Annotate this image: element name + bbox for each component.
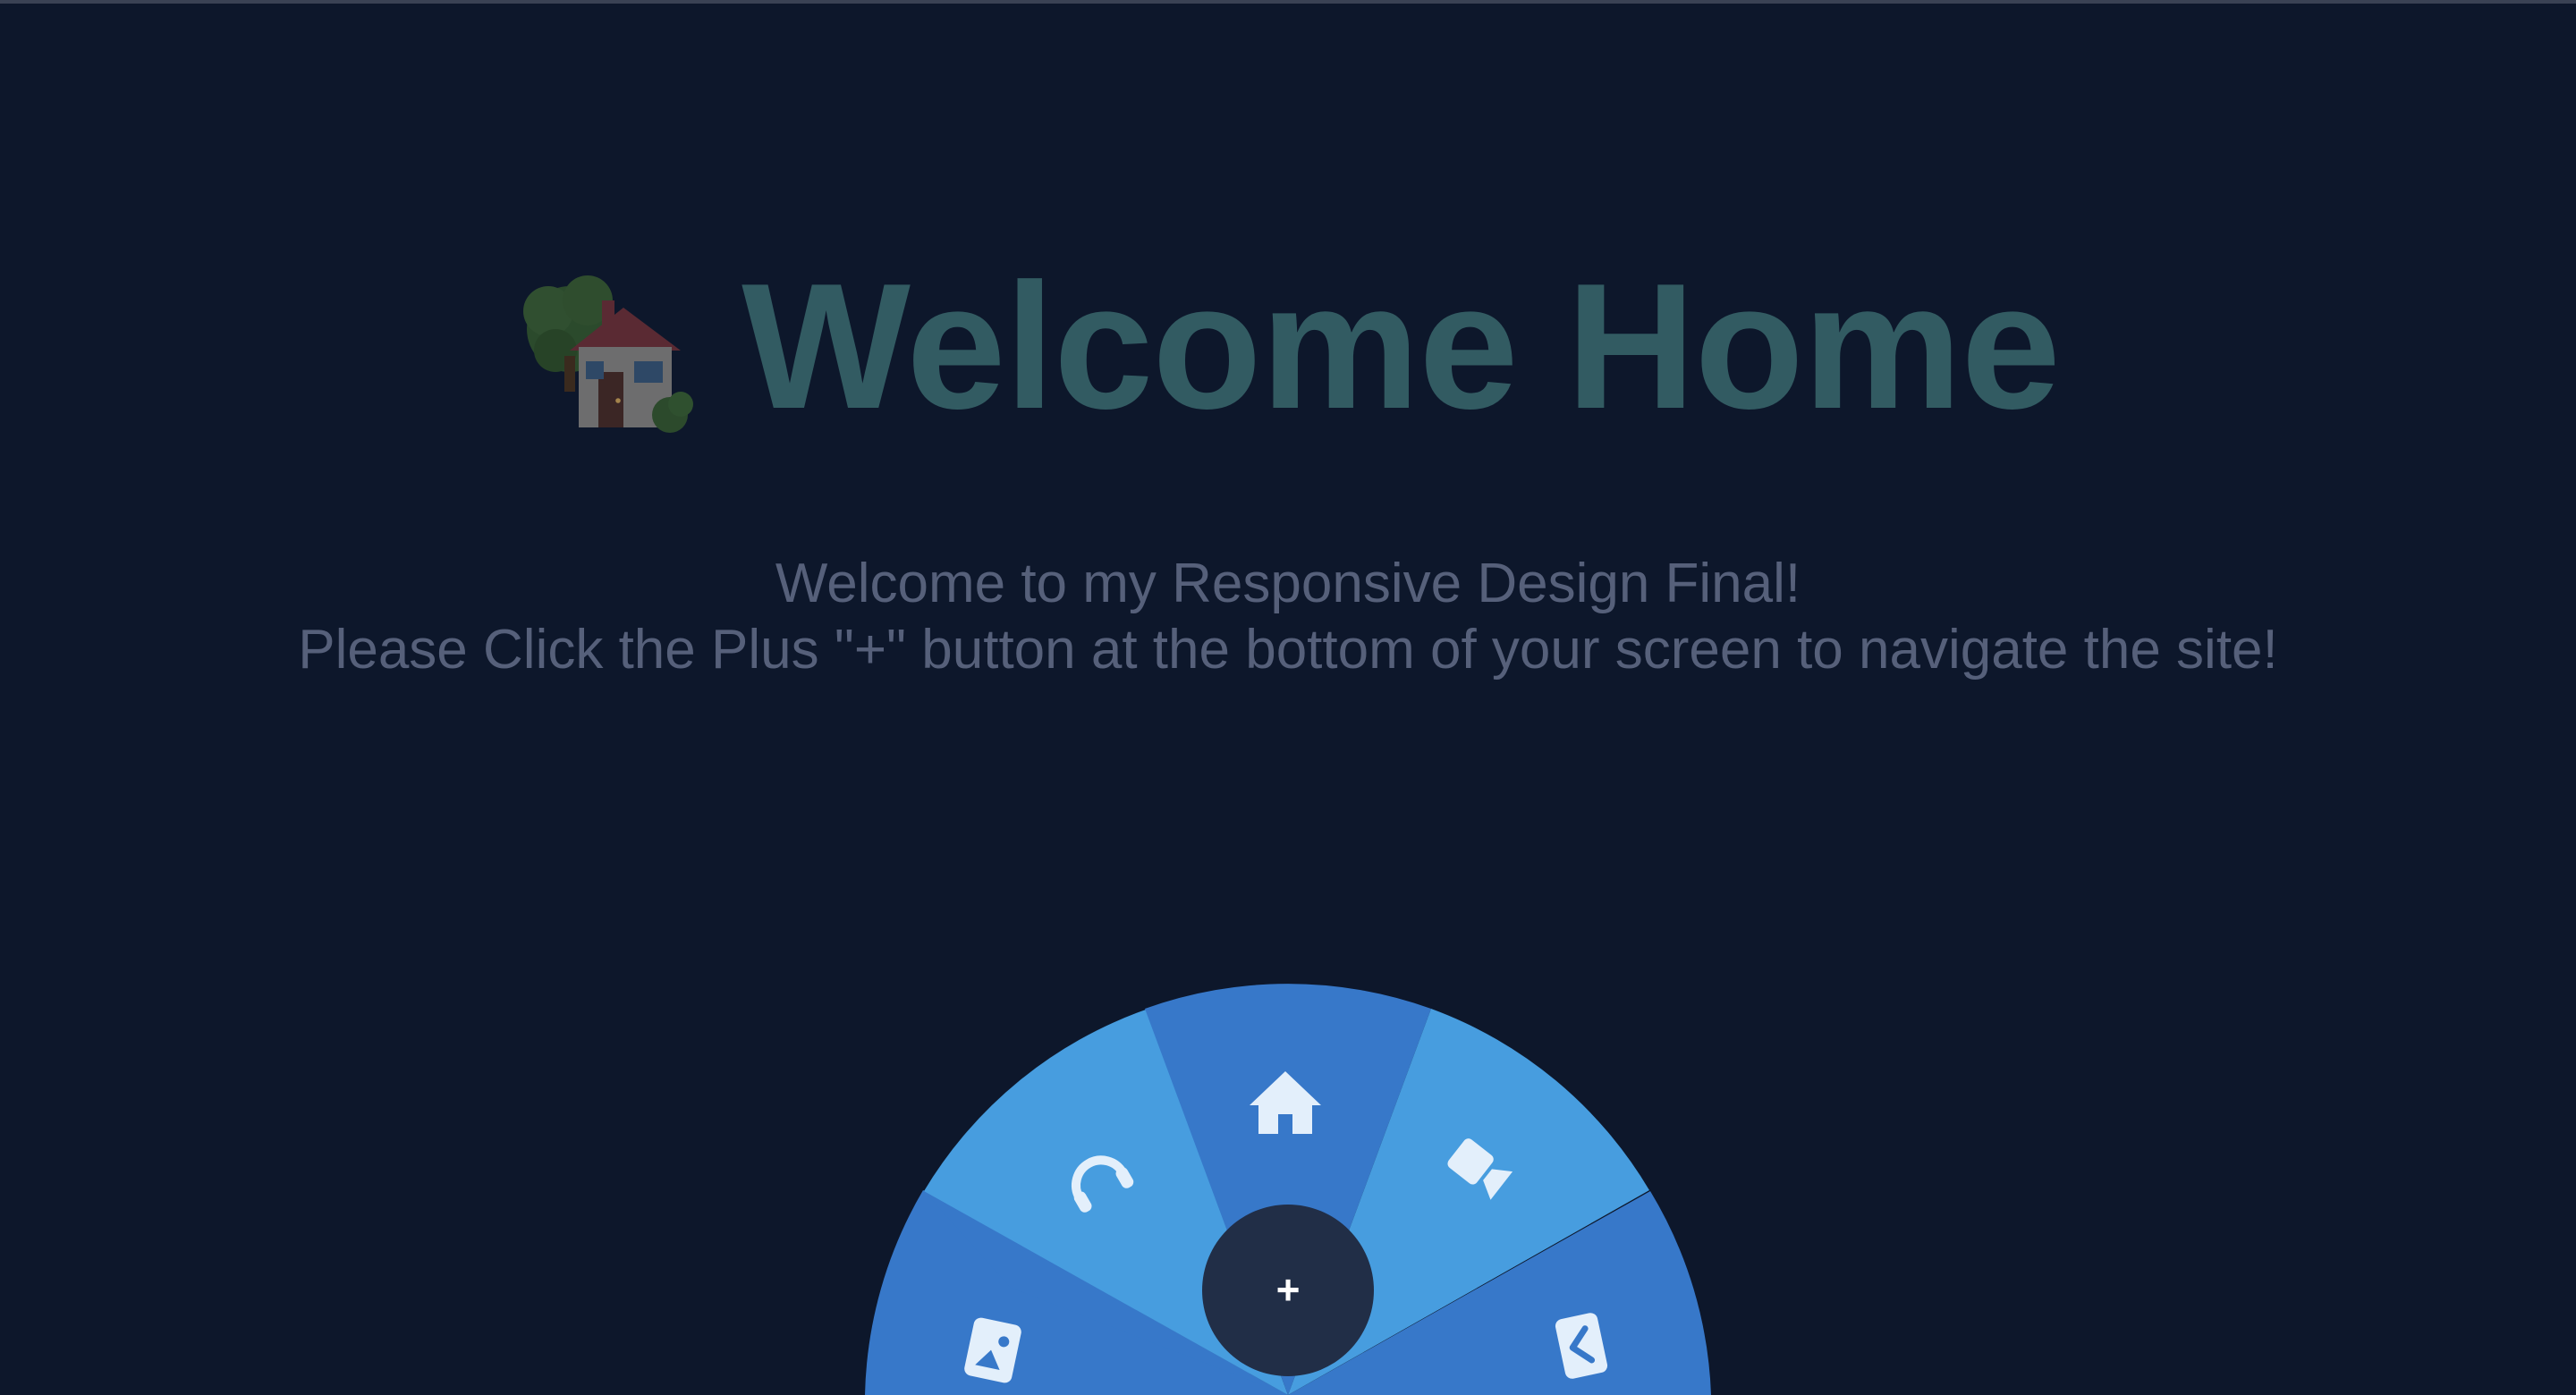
intro-text: Welcome to my Responsive Design Final! P… bbox=[0, 551, 2576, 683]
window-top-border bbox=[0, 0, 2576, 4]
house-with-garden-icon bbox=[523, 275, 694, 433]
plus-menu-button[interactable]: + bbox=[1202, 1205, 1374, 1376]
radial-nav-menu: + bbox=[865, 984, 1711, 1395]
plus-button-label: + bbox=[1276, 1266, 1301, 1313]
page-title: Welcome Home bbox=[741, 247, 2061, 446]
page-heading: Welcome Home bbox=[0, 240, 2576, 454]
intro-line-1: Welcome to my Responsive Design Final! bbox=[775, 553, 1801, 614]
intro-line-2: Please Click the Plus "+" button at the … bbox=[298, 619, 2278, 681]
